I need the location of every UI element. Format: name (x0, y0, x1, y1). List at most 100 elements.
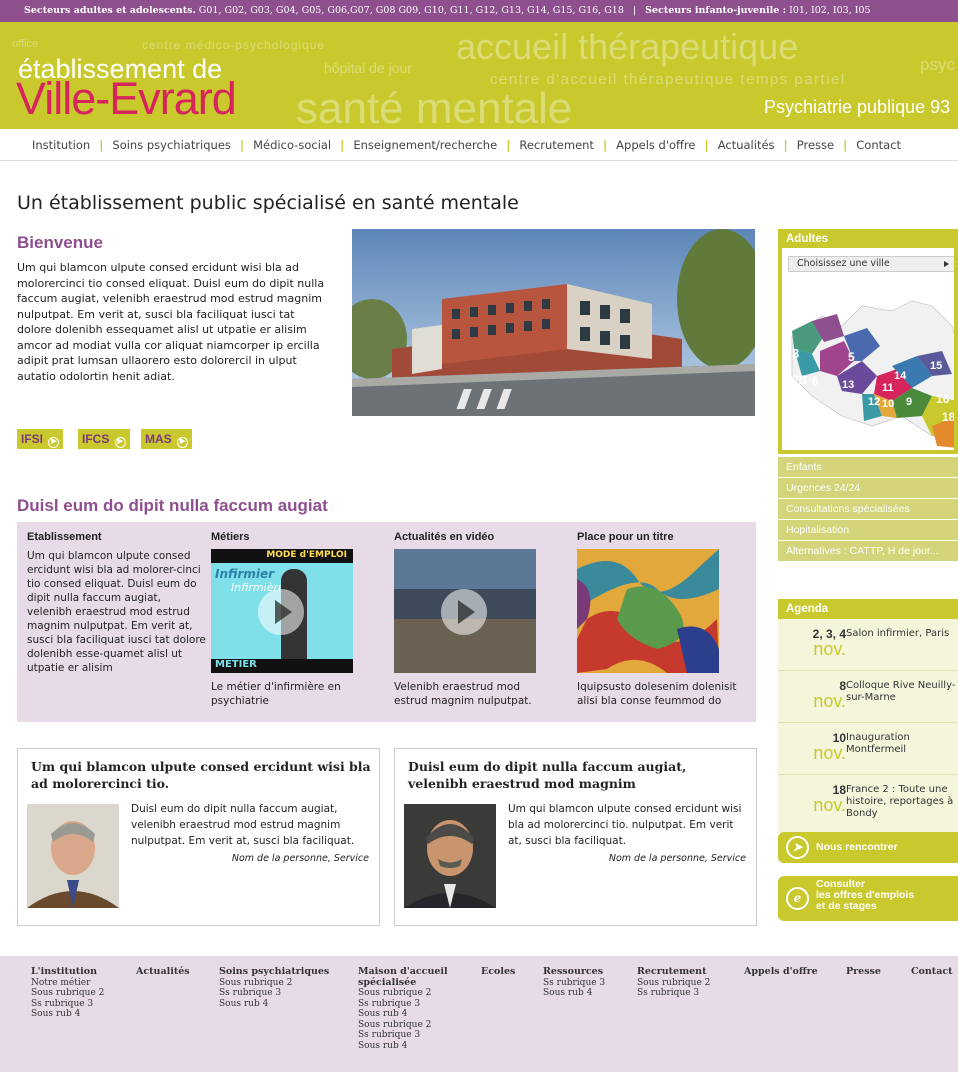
footer-col-recrutement: Recrutement Sous rubrique 2 Ss rubrique … (637, 966, 710, 999)
footer-col-title[interactable]: Soins psychiatriques (219, 966, 329, 978)
nav-item-appels[interactable]: Appels d'offre (616, 138, 695, 152)
ifsi-button[interactable]: IFSI ▶ (17, 429, 64, 449)
job-offers-button[interactable]: e Consulter les offres d'emplois et de s… (778, 876, 958, 921)
nav-item-recrutement[interactable]: Recrutement (519, 138, 594, 152)
map-number[interactable]: 11 (882, 382, 894, 394)
feature-band: Etablissement Um qui blamcon ulpute cons… (17, 522, 756, 722)
nav-item-medico-social[interactable]: Médico-social (253, 138, 331, 152)
map-number[interactable]: 6 (812, 374, 819, 388)
map-number[interactable]: 10 (882, 398, 894, 410)
footer-link[interactable]: Sous rub 4 (543, 988, 605, 999)
youth-sectors-list[interactable]: I01, I02, I03, I05 (786, 5, 871, 16)
page-title: Un établissement public spécialisé en sa… (17, 192, 519, 214)
footer-link[interactable]: Ss rubrique 3 (219, 988, 329, 999)
footer-link[interactable]: Ss rubrique 3 (358, 1030, 458, 1041)
agenda-item[interactable]: 2, 3, 4 nov. Salon infirmier, Paris (778, 619, 958, 671)
nav-item-actualites[interactable]: Actualités (718, 138, 775, 152)
job-offers-line: et de stages (816, 900, 877, 912)
feature-col-title[interactable]: Etablissement (27, 531, 207, 543)
footer-col-title[interactable]: Recrutement (637, 966, 710, 978)
footer-col-title[interactable]: Ressources (543, 966, 605, 978)
adults-title: Adultes (778, 229, 958, 249)
footer-col-title[interactable]: Actualités (136, 966, 190, 978)
play-icon[interactable] (441, 589, 487, 635)
footer-link[interactable]: Sous rub 4 (219, 999, 329, 1010)
play-icon[interactable] (258, 589, 304, 635)
footer-link[interactable]: Ss rubrique 3 (358, 999, 458, 1010)
footer-link[interactable]: Notre métier (31, 978, 104, 989)
thumb-caption: Infirmier (215, 567, 275, 581)
agenda-item[interactable]: 8 nov. Colloque Rive Neuilly-sur-Marne (778, 671, 958, 723)
footer-link[interactable]: Sous rubrique 2 (219, 978, 329, 989)
testimonial-card: Duisl eum do dipit nulla faccum augiat, … (394, 748, 757, 926)
feature-col-caption[interactable]: Iquipsusto dolesenim dolenisit alisi bla… (577, 680, 737, 708)
footer-col-title[interactable]: Presse (846, 966, 881, 978)
adults-sectors-list[interactable]: G01, G02, G03, G04, G05, G06,G07, G08 G0… (196, 5, 624, 16)
footer-link[interactable]: Ss rubrique 3 (543, 978, 605, 989)
sidebar-item-urgences[interactable]: Urgences 24/24 (778, 477, 958, 498)
map-number[interactable]: 18 (942, 410, 954, 424)
sector-map: Choisissez une ville 3 2B 6 5 13 14 15 1… (778, 248, 958, 454)
brand-line-2[interactable]: Ville-Evrard (16, 73, 237, 125)
card-title[interactable]: Um qui blamcon ulpute consed ercidunt wi… (31, 758, 371, 792)
feature-col-title[interactable]: Actualités en vidéo (394, 531, 544, 543)
footer-col-title[interactable]: L'institution (31, 966, 104, 978)
agenda-list: 2, 3, 4 nov. Salon infirmier, Paris 8 no… (778, 619, 958, 833)
footer-col-contact: Contact (911, 966, 953, 978)
map-number[interactable]: 14 (894, 370, 906, 382)
nav-item-institution[interactable]: Institution (32, 138, 90, 152)
footer-link[interactable]: Sous rub 4 (358, 1009, 458, 1020)
map-number[interactable]: 9 (906, 396, 912, 408)
footer-link[interactable]: Ss rubrique 3 (31, 999, 104, 1010)
city-select[interactable]: Choisissez une ville (788, 256, 954, 272)
sidebar-item-consultations[interactable]: Consultations spécialisées (778, 498, 958, 519)
thumb-caption: MODE d'EMPLOI (266, 550, 347, 560)
footer-link[interactable]: Sous rubrique 2 (637, 978, 710, 989)
footer-link[interactable]: Sous rub 4 (358, 1041, 458, 1052)
map-number[interactable]: 16 (936, 392, 949, 406)
map-number[interactable]: 5 (848, 350, 855, 364)
footer-col-title[interactable]: Appels d'offre (744, 966, 818, 978)
meet-us-button[interactable]: ➤ Nous rencontrer (778, 832, 958, 863)
feature-col-text: Um qui blamcon ulpute consed ercidunt wi… (27, 550, 206, 674)
nav-item-soins[interactable]: Soins psychiatriques (112, 138, 231, 152)
agenda-text: Colloque Rive Neuilly-sur-Marne (846, 680, 956, 703)
feature-col-caption[interactable]: Velenibh eraestrud mod estrud magnim nul… (394, 680, 544, 708)
footer-col-title[interactable]: Ecoles (481, 966, 515, 978)
map-number[interactable]: 2B (792, 373, 807, 387)
video-thumbnail[interactable]: MODE d'EMPLOI Infirmier Infirmière METIE… (211, 549, 353, 673)
footer-link[interactable]: Sous rubrique 2 (358, 988, 458, 999)
nav-item-contact[interactable]: Contact (856, 138, 901, 152)
footer-col-title[interactable]: Maison d'accueil spécialisée (358, 966, 458, 988)
agenda-item[interactable]: 10 nov. Inauguration Montfermeil (778, 723, 958, 775)
card-text: Um qui blamcon ulpute consed ercidunt wi… (508, 803, 742, 847)
map-number[interactable]: 3 (792, 346, 799, 361)
feature-col-caption[interactable]: Le métier d'infirmière en psychiatrie (211, 680, 361, 708)
sidebar-item-enfants[interactable]: Enfants (778, 456, 958, 477)
nav-item-enseignement[interactable]: Enseignement/recherche (353, 138, 497, 152)
footer-link[interactable]: Sous rubrique 2 (358, 1020, 458, 1031)
map-number[interactable]: 12 (868, 396, 880, 408)
card-title[interactable]: Duisl eum do dipit nulla faccum augiat, … (408, 758, 748, 792)
map-number[interactable]: 15 (930, 360, 942, 372)
feature-col-title[interactable]: Place pour un titre (577, 531, 737, 543)
nav-item-presse[interactable]: Presse (797, 138, 834, 152)
sidebar-item-alternatives[interactable]: Alternatives : CATTP, H de jour... (778, 540, 958, 561)
mas-button[interactable]: MAS ▶ (141, 429, 193, 449)
artwork-thumbnail[interactable] (577, 549, 719, 673)
footer-col-title[interactable]: Contact (911, 966, 953, 978)
thumb-caption: METIER (215, 659, 257, 670)
agenda-text: Inauguration Montfermeil (846, 732, 910, 755)
agenda-item[interactable]: 18 nov. France 2 : Toute une histoire, r… (778, 775, 958, 827)
testimonial-card: Um qui blamcon ulpute consed ercidunt wi… (17, 748, 380, 926)
footer-link[interactable]: Ss rubrique 3 (637, 988, 710, 999)
sectors-separator: | (632, 5, 637, 16)
feature-col-title[interactable]: Métiers (211, 531, 361, 543)
map-number[interactable]: 13 (842, 379, 854, 391)
video-thumbnail[interactable] (394, 549, 536, 673)
ifcs-button[interactable]: IFCS ▶ (78, 429, 130, 449)
thumb-screen (394, 549, 536, 589)
footer-link[interactable]: Sous rubrique 2 (31, 988, 104, 999)
footer-link[interactable]: Sous rub 4 (31, 1009, 104, 1020)
sidebar-item-hospitalisation[interactable]: Hopitalisation (778, 519, 958, 540)
